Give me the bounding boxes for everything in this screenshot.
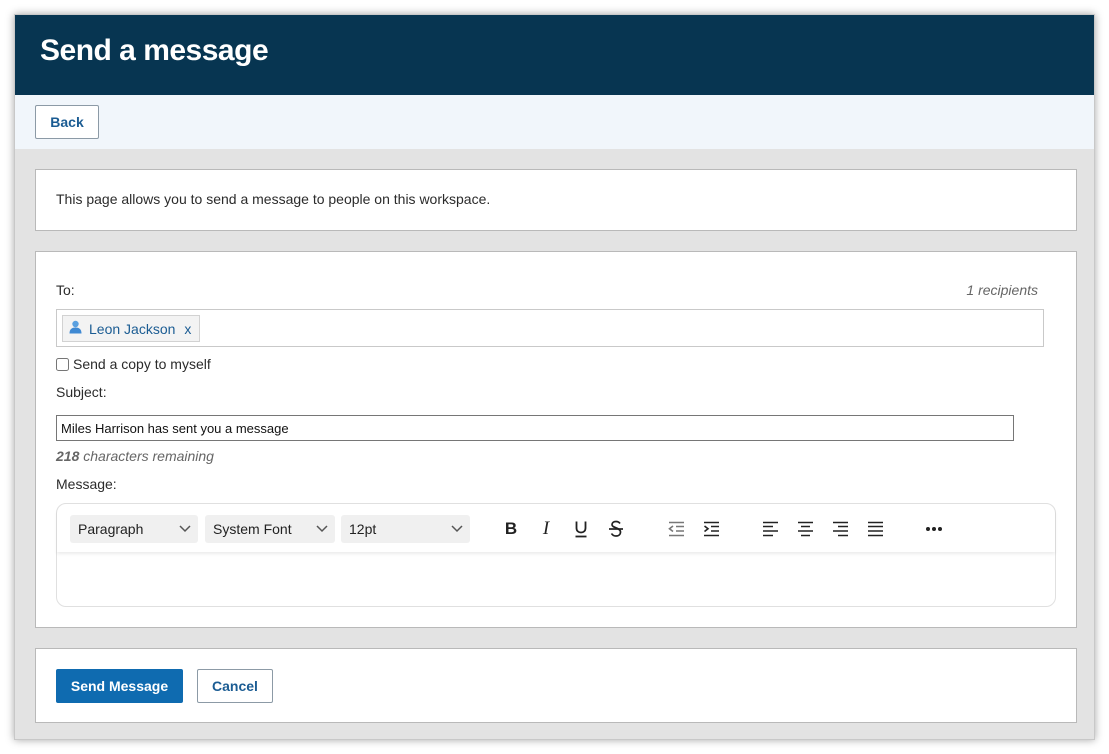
message-editor: Paragraph System Font 12pt B I bbox=[56, 503, 1056, 607]
top-toolbar: Back bbox=[15, 95, 1094, 149]
underline-icon[interactable] bbox=[570, 518, 592, 540]
characters-remaining-text: characters remaining bbox=[79, 448, 214, 464]
align-right-icon[interactable] bbox=[829, 518, 851, 540]
send-copy-label: Send a copy to myself bbox=[73, 356, 211, 372]
send-copy-checkbox[interactable] bbox=[56, 357, 69, 371]
send-message-button[interactable]: Send Message bbox=[56, 669, 183, 703]
align-center-icon[interactable] bbox=[794, 518, 816, 540]
recipients-count: 1 recipients bbox=[966, 282, 1038, 298]
recipient-name: Leon Jackson bbox=[89, 320, 176, 337]
font-size-value: 12pt bbox=[349, 521, 377, 537]
characters-remaining-count: 218 bbox=[56, 448, 80, 464]
block-format-select[interactable]: Paragraph bbox=[70, 515, 198, 543]
page-header: Send a message bbox=[15, 15, 1094, 95]
italic-icon[interactable]: I bbox=[535, 518, 557, 540]
bold-glyph: B bbox=[504, 519, 518, 538]
chevron-down-icon bbox=[451, 515, 463, 543]
strikethrough-icon[interactable] bbox=[605, 518, 627, 540]
remove-recipient-button[interactable]: x bbox=[184, 321, 191, 337]
outdent-icon[interactable] bbox=[665, 518, 687, 540]
chevron-down-icon bbox=[179, 515, 191, 543]
message-body-editor[interactable] bbox=[57, 554, 1055, 606]
indent-icon[interactable] bbox=[700, 518, 722, 540]
message-form-panel: To: 1 recipients Leon Jackson x Send a c… bbox=[35, 251, 1077, 628]
to-field[interactable]: Leon Jackson x bbox=[56, 309, 1044, 347]
chevron-down-icon bbox=[316, 515, 328, 543]
send-message-window: Send a message Back This page allows you… bbox=[14, 14, 1095, 740]
font-size-select[interactable]: 12pt bbox=[341, 515, 470, 543]
justify-icon[interactable] bbox=[864, 518, 886, 540]
cancel-button[interactable]: Cancel bbox=[197, 669, 273, 703]
subject-input[interactable] bbox=[56, 415, 1014, 441]
info-panel: This page allows you to send a message t… bbox=[35, 169, 1077, 231]
align-left-icon[interactable] bbox=[759, 518, 781, 540]
characters-remaining: 218 characters remaining bbox=[56, 448, 214, 464]
to-label: To: bbox=[56, 282, 75, 298]
message-label: Message: bbox=[56, 476, 117, 492]
bold-icon[interactable]: B bbox=[500, 518, 522, 540]
editor-toolbar: Paragraph System Font 12pt B I bbox=[57, 504, 1055, 552]
more-icon[interactable] bbox=[923, 518, 945, 540]
subject-label: Subject: bbox=[56, 384, 107, 400]
recipient-chip: Leon Jackson x bbox=[62, 315, 201, 342]
font-family-value: System Font bbox=[213, 521, 292, 537]
font-family-select[interactable]: System Font bbox=[205, 515, 335, 543]
page-title: Send a message bbox=[40, 34, 269, 67]
italic-glyph: I bbox=[542, 518, 550, 539]
user-icon bbox=[69, 320, 82, 337]
send-copy-option[interactable]: Send a copy to myself bbox=[56, 356, 211, 372]
block-format-value: Paragraph bbox=[78, 521, 144, 537]
info-text: This page allows you to send a message t… bbox=[56, 191, 491, 207]
action-panel: Send Message Cancel bbox=[35, 648, 1077, 723]
back-button[interactable]: Back bbox=[35, 105, 99, 139]
